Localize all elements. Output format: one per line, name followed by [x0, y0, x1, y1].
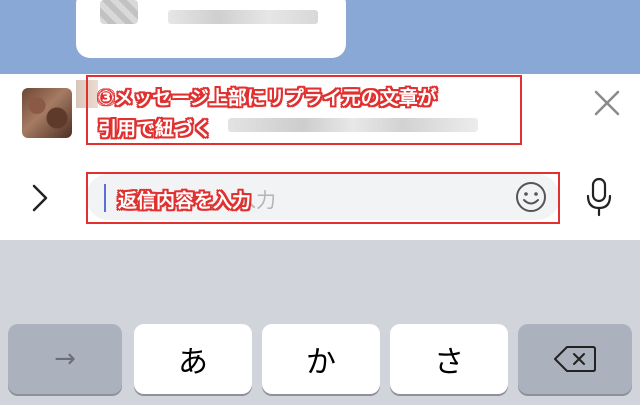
key-a-label: あ	[178, 345, 208, 380]
chat-background	[0, 0, 640, 74]
emoji-icon	[516, 182, 546, 212]
key-ka-label: か	[306, 345, 336, 380]
blurred-message-text	[168, 10, 318, 24]
delete-icon	[554, 346, 596, 372]
blurred-sender-name	[76, 80, 98, 108]
microphone-button[interactable]	[582, 176, 616, 218]
annotation-text-reply-line1: ③メッセージ上部にリプライ元の文章が	[98, 87, 437, 109]
reply-preview-bar: ③メッセージ上部にリプライ元の文章が 引用で紐づく	[0, 74, 640, 156]
keyboard: → あ か さ	[0, 240, 640, 405]
next-key[interactable]: →	[8, 324, 122, 394]
microphone-icon	[586, 177, 612, 217]
blurred-quoted-text	[228, 118, 478, 132]
close-icon	[594, 90, 620, 116]
text-caret	[104, 184, 106, 212]
key-a[interactable]: あ	[134, 324, 252, 394]
annotation-text-input: 返信内容を入力	[118, 190, 252, 212]
message-input-row: 入力	[0, 156, 640, 240]
annotation-text-reply-line2: 引用で紐づく	[98, 118, 213, 140]
key-sa[interactable]: さ	[390, 324, 508, 394]
delete-key[interactable]	[518, 324, 632, 394]
key-ka[interactable]: か	[262, 324, 380, 394]
close-reply-button[interactable]	[590, 86, 624, 120]
chevron-right-icon	[32, 184, 48, 212]
message-bubble[interactable]	[76, 0, 346, 58]
blurred-attachment-icon	[100, 0, 138, 24]
avatar	[22, 88, 72, 138]
expand-menu-button[interactable]	[26, 180, 54, 216]
key-sa-label: さ	[434, 345, 464, 380]
emoji-button[interactable]	[514, 180, 548, 214]
arrow-right-icon: →	[54, 344, 76, 374]
